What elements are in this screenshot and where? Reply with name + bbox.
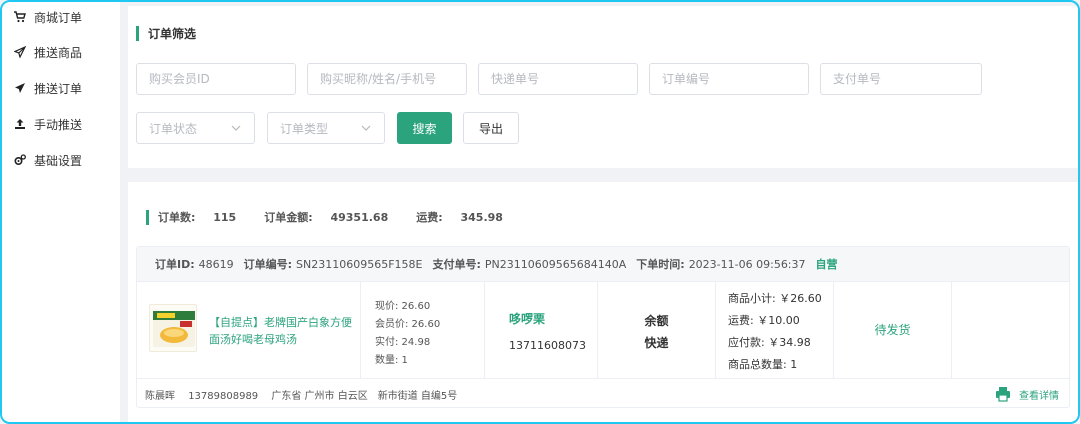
sidebar-item-label: 手动推送 [34, 117, 83, 132]
order-status-placeholder: 订单状态 [149, 121, 198, 136]
order-type-placeholder: 订单类型 [280, 121, 329, 136]
sidebar-item-push-orders[interactable]: 推送订单 [14, 77, 82, 99]
amount-payable: 应付款: ￥34.98 [728, 336, 811, 349]
goods-name-link[interactable]: 【自提点】老牌国产白象方便面汤好喝老母鸡汤 [209, 314, 359, 348]
chevron-down-icon [231, 125, 241, 131]
accent-bar [146, 209, 149, 225]
amount-cell: 商品小计: ￥26.60 运费: ￥10.00 应付款: ￥34.98 商品总数… [716, 282, 834, 378]
order-count-label: 订单数: [158, 211, 196, 224]
payment-cell: 余额 快递 [598, 282, 716, 378]
order-card: 订单ID: 48619 订单编号: SN23110609565F158E 支付单… [136, 246, 1070, 408]
sidebar-item-label: 基础设置 [34, 153, 83, 168]
paper-plane-icon [15, 83, 25, 93]
payment-info: 余额 快递 [598, 310, 715, 354]
chevron-down-icon [361, 125, 371, 131]
freight-value: 345.98 [460, 211, 503, 224]
footer-actions: 查看详情 [995, 386, 1059, 402]
order-summary: 订单数: 115 订单金额: 49351.68 运费: 345.98 [146, 209, 531, 225]
sidebar-item-label: 推送订单 [34, 81, 83, 96]
filter-panel: 订单筛选 订单状态 订单类型 搜索 导出 [128, 6, 1078, 168]
buyer-input[interactable] [307, 63, 467, 95]
order-count: 订单数: 115 [158, 209, 250, 225]
printer-icon[interactable] [995, 386, 1011, 402]
goods-subtotal: 商品小计: ￥26.60 [728, 292, 822, 305]
order-no-input[interactable] [649, 63, 809, 95]
actions-cell [952, 282, 1070, 378]
order-id-value: 48619 [198, 257, 234, 271]
export-button[interactable]: 导出 [463, 112, 519, 144]
customer-info: 哆啰栗 13711608073 [485, 310, 597, 352]
order-type-select[interactable]: 订单类型 [267, 112, 385, 144]
express-no-input[interactable] [478, 63, 638, 95]
order-id-label: 订单ID: [155, 258, 195, 271]
paid-price: 实付: 24.98 [375, 337, 431, 348]
accent-bar [136, 26, 139, 41]
receiver-name: 陈晨晖 [145, 390, 175, 402]
pay-method: 余额 [644, 314, 669, 328]
pay-no-input[interactable] [820, 63, 982, 95]
customer-phone: 13711608073 [509, 339, 586, 352]
amount-list: 商品小计: ￥26.60 运费: ￥10.00 应付款: ￥34.98 商品总数… [728, 288, 822, 376]
paper-plane-outline-icon [14, 46, 26, 58]
order-no-value: SN23110609565F158E [296, 257, 423, 271]
self-operated-tag: 自营 [815, 258, 838, 271]
sidebar-item-label: 商城订单 [34, 10, 83, 25]
member-price: 会员价: 26.60 [375, 319, 441, 330]
order-amount-value: 49351.68 [330, 211, 389, 224]
freight-label: 运费: [416, 211, 443, 224]
customer-cell: 哆啰栗 13711608073 [485, 282, 598, 378]
receiver-region: 广东省 广州市 白云区 [271, 390, 368, 402]
view-details-link[interactable]: 查看详情 [1019, 387, 1059, 402]
sidebar-item-manual-push[interactable]: 手动推送 [14, 113, 82, 135]
order-amount-label: 订单金额: [264, 211, 313, 224]
receiver-street: 新市街道 自编5号 [377, 390, 458, 402]
current-price: 现价: 26.60 [375, 301, 431, 312]
order-body: 【自提点】老牌国产白象方便面汤好喝老母鸡汤 现价: 26.60 会员价: 26.… [137, 281, 1069, 379]
order-no-label: 订单编号: [243, 258, 293, 271]
pay-no-value: PN23110609565684140A [484, 257, 627, 271]
order-list-panel: 订单数: 115 订单金额: 49351.68 运费: 345.98 订单ID:… [128, 182, 1078, 422]
price-cell: 现价: 26.60 会员价: 26.60 实付: 24.98 数量: 1 [361, 282, 485, 378]
order-time-label: 下单时间: [636, 258, 685, 271]
order-header: 订单ID: 48619 订单编号: SN23110609565F158E 支付单… [137, 247, 1069, 281]
order-footer: 陈晨晖 13789808989 广东省 广州市 白云区 新市街道 自编5号 查看详… [137, 379, 1069, 409]
sidebar: 商城订单 推送商品 推送订单 手动推送 基础设置 [2, 2, 120, 422]
goods-total-count: 商品总数量: 1 [728, 358, 798, 371]
order-time-value: 2023-11-06 09:56:37 [688, 257, 806, 271]
sidebar-item-mall-orders[interactable]: 商城订单 [14, 6, 82, 28]
filter-title-text: 订单筛选 [148, 27, 197, 41]
sidebar-item-basic-settings[interactable]: 基础设置 [14, 149, 82, 171]
gears-icon [14, 154, 26, 166]
goods-thumbnail[interactable] [149, 304, 197, 352]
search-button[interactable]: 搜索 [397, 112, 452, 144]
order-amount: 订单金额: 49351.68 [264, 209, 402, 225]
noodle-package-image [153, 311, 195, 347]
order-count-value: 115 [213, 211, 237, 224]
sidebar-item-label: 推送商品 [34, 45, 83, 60]
member-id-input[interactable] [136, 63, 296, 95]
order-freight: 运费: ￥10.00 [728, 314, 800, 327]
customer-name-link[interactable]: 哆啰栗 [485, 310, 597, 327]
upload-icon [15, 119, 25, 129]
freight-total: 运费: 345.98 [416, 209, 517, 225]
cart-icon [14, 11, 26, 23]
receiver-phone: 13789808989 [188, 390, 259, 402]
shipping-address: 陈晨晖 13789808989 广东省 广州市 白云区 新市街道 自编5号 [145, 387, 467, 402]
filter-title: 订单筛选 [136, 25, 196, 42]
goods-cell: 【自提点】老牌国产白象方便面汤好喝老母鸡汤 [137, 282, 361, 378]
sidebar-item-push-goods[interactable]: 推送商品 [14, 41, 82, 63]
quantity: 数量: 1 [375, 355, 408, 366]
status-cell: 待发货 [834, 282, 952, 378]
delivery-method: 快递 [644, 336, 669, 350]
price-list: 现价: 26.60 会员价: 26.60 实付: 24.98 数量: 1 [375, 298, 440, 370]
order-status-select[interactable]: 订单状态 [136, 112, 255, 144]
pay-no-label: 支付单号: [432, 258, 481, 271]
order-status: 待发货 [874, 323, 911, 337]
app-frame: 商城订单 推送商品 推送订单 手动推送 基础设置 订单筛选 订单 [0, 0, 1080, 424]
